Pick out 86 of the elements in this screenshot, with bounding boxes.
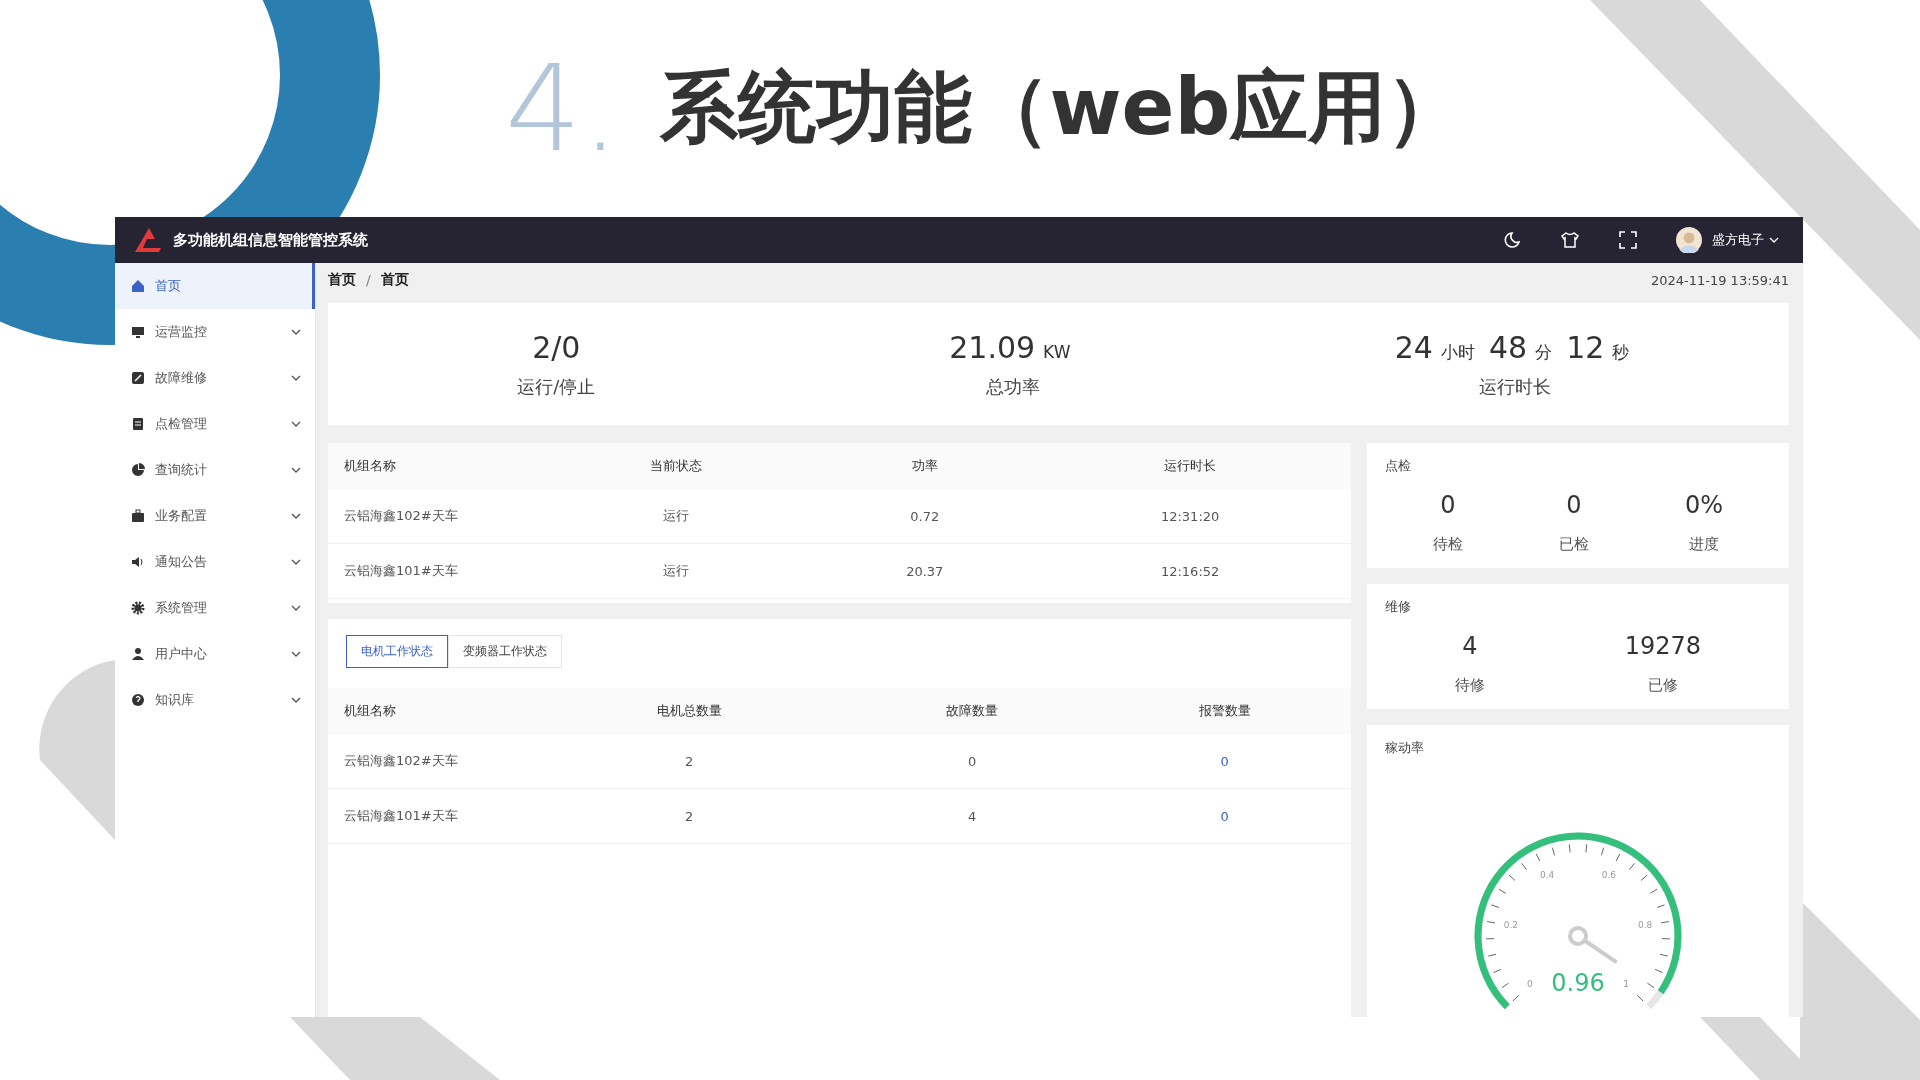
table-cell: 云铝海鑫102#天车 <box>328 734 533 789</box>
table-cell: 2 <box>532 734 846 789</box>
tab[interactable]: 电机工作状态 <box>346 635 448 668</box>
breadcrumb-separator: / <box>366 272 371 288</box>
clipboard-icon <box>131 417 145 431</box>
kpi-value: 19278 <box>1624 632 1702 660</box>
column-header: 报警数量 <box>1098 688 1351 734</box>
stat-value: 21.09 KW <box>949 329 1072 365</box>
stat-label: 运行/停止 <box>517 374 596 399</box>
table-cell: 4 <box>845 788 1099 844</box>
breadcrumb-item[interactable]: 首页 <box>328 271 356 289</box>
shirt-icon[interactable] <box>1560 230 1580 250</box>
card-title: 维修 <box>1385 598 1412 616</box>
column-header: 机组名称 <box>328 688 533 734</box>
briefcase-icon <box>131 509 145 523</box>
sidebar-item[interactable]: 首页 <box>115 263 315 309</box>
table-cell[interactable]: 0 <box>1098 734 1351 789</box>
table-cell: 0 <box>845 734 1099 789</box>
column-header: 当前状态 <box>532 443 821 489</box>
sidebar-item[interactable]: 系统管理 <box>115 585 315 631</box>
column-header: 机组名称 <box>328 443 533 489</box>
avatar-icon[interactable] <box>1676 227 1702 253</box>
table-cell: 12:31:20 <box>1029 489 1351 544</box>
table-cell: 2 <box>532 788 846 844</box>
card-title: 稼动率 <box>1385 739 1425 757</box>
table-cell: 20.37 <box>820 543 1030 599</box>
table-cell[interactable]: 0 <box>1098 788 1351 844</box>
kpi-value: 0 <box>1566 491 1582 519</box>
kpi-value: 0 <box>1440 491 1456 519</box>
column-header: 功率 <box>820 443 1030 489</box>
stat-value: 2/0 <box>532 329 581 365</box>
table-cell: 云铝海鑫101#天车 <box>328 788 533 844</box>
home-icon <box>131 279 145 293</box>
sidebar-item[interactable]: 故障维修 <box>115 355 315 401</box>
stat-value: 24 小时 48 分 12 秒 <box>1394 329 1631 365</box>
user-icon <box>131 647 145 661</box>
pie-chart-icon <box>131 463 145 477</box>
sidebar-item[interactable]: 知识库 <box>115 677 315 723</box>
sidebar-item[interactable]: 点检管理 <box>115 401 315 447</box>
slide-number: 4. <box>505 39 620 178</box>
table-cell: 云铝海鑫102#天车 <box>328 489 533 544</box>
logo-icon <box>133 227 163 253</box>
app-title: 多功能机组信息智能管控系统 <box>173 230 368 250</box>
kpi-value: 4 <box>1462 632 1478 660</box>
sidebar-item[interactable]: 查询统计 <box>115 447 315 493</box>
card-title: 点检 <box>1385 457 1412 475</box>
kpi-label: 已检 <box>1558 535 1589 554</box>
gauge-tick-label: 0.8 <box>1638 920 1653 931</box>
breadcrumb-item[interactable]: 首页 <box>380 271 409 289</box>
column-header: 电机总数量 <box>532 688 846 734</box>
gauge-tick-label: 0.6 <box>1601 870 1617 881</box>
sidebar-item[interactable]: 用户中心 <box>115 631 315 677</box>
table-cell: 运行 <box>532 543 821 599</box>
speaker-icon <box>131 555 145 569</box>
kpi-value: 0% <box>1684 491 1723 519</box>
gauge-tick-label: 0.4 <box>1539 870 1555 881</box>
user-menu[interactable]: 盛方电子 <box>1712 231 1779 249</box>
gauge-needle <box>1568 926 1618 964</box>
stat-label: 总功率 <box>985 374 1040 399</box>
kpi-label: 已修 <box>1647 676 1678 695</box>
sidebar-item[interactable]: 业务配置 <box>115 493 315 539</box>
monitor-icon <box>131 325 145 339</box>
gauge-tick-label: 0.2 <box>1503 920 1518 931</box>
table-cell: 云铝海鑫101#天车 <box>328 543 533 599</box>
fullscreen-icon[interactable] <box>1618 230 1638 250</box>
sidebar-item[interactable]: 运营监控 <box>115 309 315 355</box>
column-header: 故障数量 <box>845 688 1099 734</box>
moon-icon[interactable] <box>1502 230 1522 250</box>
table-cell: 0.72 <box>820 489 1030 544</box>
date-time: 2024-11-19 13:59:41 <box>1650 272 1789 288</box>
gauge-tick-label: 0 <box>1527 979 1533 990</box>
chevron-down-icon <box>1769 237 1779 243</box>
sidebar-item[interactable]: 通知公告 <box>115 539 315 585</box>
kpi-label: 待修 <box>1454 676 1485 695</box>
question-icon <box>131 693 145 707</box>
stat-label: 运行时长 <box>1479 374 1552 399</box>
gauge-reading: 0.96 <box>1551 969 1605 997</box>
slide-title: 系统功能（web应用） <box>659 61 1465 154</box>
tab[interactable]: 变频器工作状态 <box>448 635 562 668</box>
settings-icon <box>131 601 145 615</box>
table-cell: 12:16:52 <box>1029 543 1351 599</box>
gauge-tick-label: 1 <box>1623 979 1629 990</box>
column-header: 运行时长 <box>1029 443 1351 489</box>
kpi-label: 进度 <box>1688 535 1719 554</box>
table-cell: 运行 <box>532 489 821 544</box>
kpi-label: 待检 <box>1433 535 1463 554</box>
